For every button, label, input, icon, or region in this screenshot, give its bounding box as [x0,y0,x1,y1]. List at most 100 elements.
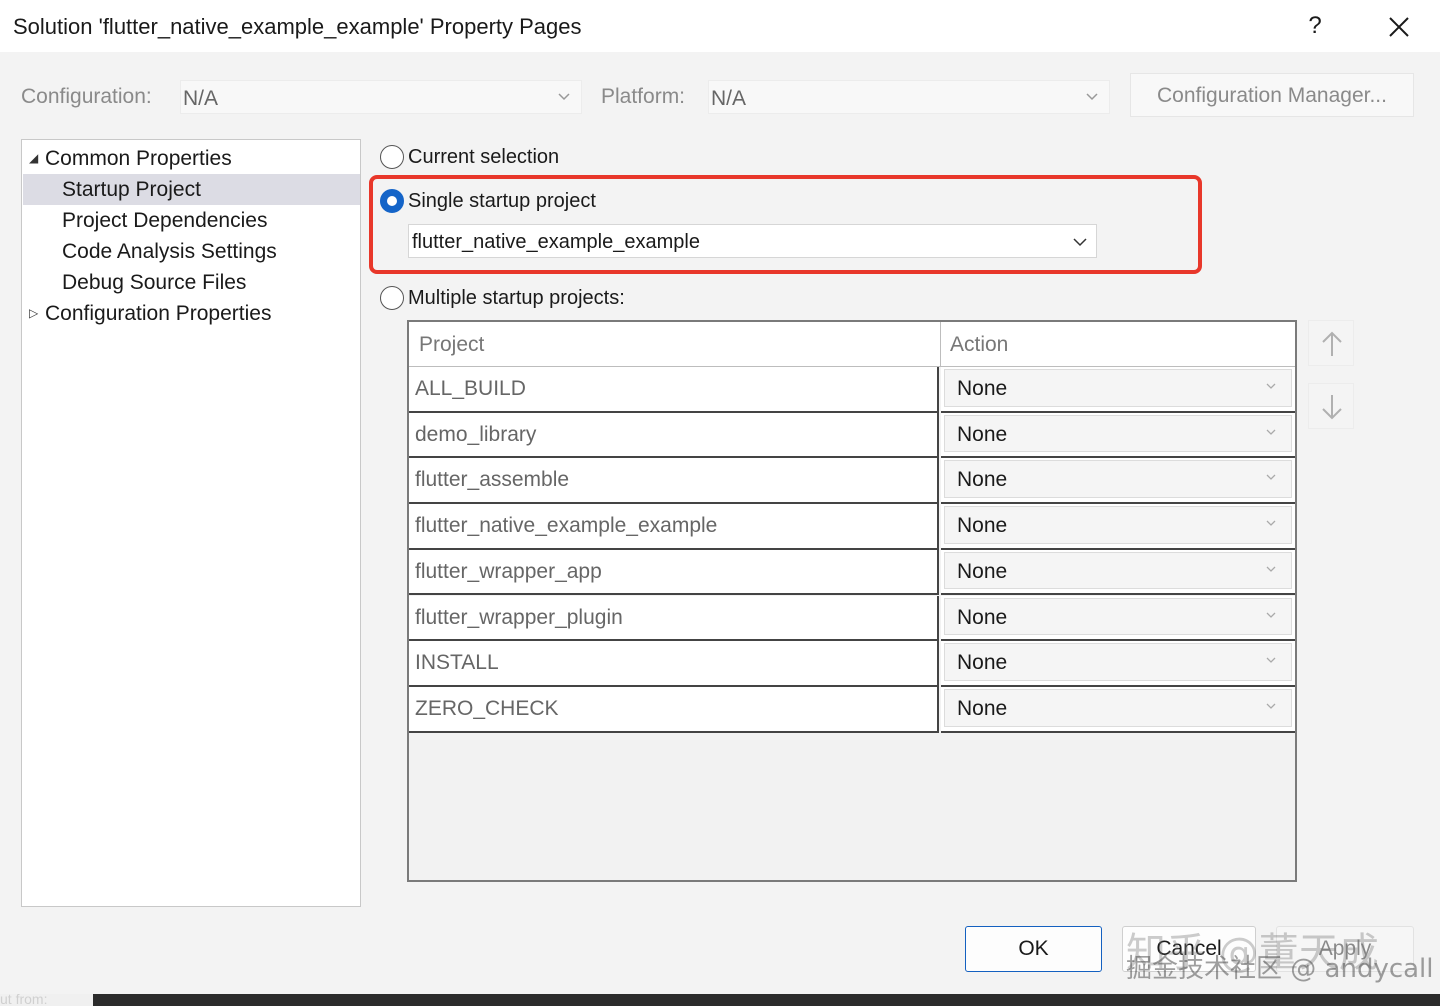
action-value: None [957,605,1008,629]
action-value: None [957,422,1008,446]
tree-item-common-properties[interactable]: ◢ Common Properties [23,143,360,174]
move-up-button[interactable] [1308,320,1354,366]
chevron-down-icon [1266,657,1276,664]
project-cell[interactable]: demo_library [409,412,939,459]
project-cell[interactable]: flutter_wrapper_plugin [409,595,939,642]
title-bar: Solution 'flutter_native_example_example… [0,0,1440,52]
single-startup-project-select[interactable]: flutter_native_example_example [408,224,1097,258]
expand-arrow-icon[interactable]: ▷ [29,298,38,329]
single-startup-value: flutter_native_example_example [412,231,700,253]
chevron-down-icon [1266,566,1276,572]
project-name: INSTALL [415,651,499,675]
background-window-strip: ut from: [0,991,1440,1006]
column-header-project[interactable]: Project [419,322,484,367]
action-cell: None [941,641,1295,687]
table-row: ALL_BUILD None [409,367,1295,413]
chevron-down-icon [1266,520,1276,527]
property-tree: ◢ Common Properties Startup Project Proj… [21,139,361,907]
action-select[interactable]: None [944,460,1292,499]
help-button[interactable]: ? [1294,6,1336,46]
chevron-down-icon [1266,703,1276,709]
move-down-button[interactable] [1308,383,1354,429]
multiple-startup-label: Multiple startup projects: [408,287,625,309]
action-select[interactable]: None [944,551,1292,590]
ok-button[interactable]: OK [965,926,1102,972]
column-divider [940,322,941,367]
collapse-arrow-icon[interactable]: ◢ [29,143,38,174]
chevron-down-icon [1266,383,1276,389]
chevron-down-icon [1266,474,1276,481]
platform-select[interactable]: N/A [708,80,1110,114]
action-select[interactable]: None [944,414,1292,453]
action-value: None [957,468,1008,492]
action-cell: None [941,504,1295,550]
watermark-juejin: 掘金技术社区 @ andycall [1126,954,1434,984]
action-select[interactable]: None [944,643,1292,681]
table-row: demo_library None [409,412,1295,459]
column-header-action[interactable]: Action [950,322,1008,367]
single-startup-label: Single startup project [408,190,596,212]
window-title: Solution 'flutter_native_example_example… [13,14,582,39]
tree-item-debug-source-files[interactable]: Debug Source Files [23,267,360,298]
action-select[interactable]: None [944,369,1292,407]
action-cell: None [941,595,1295,642]
table-row: ZERO_CHECK None [409,686,1295,733]
current-selection-radio[interactable] [380,145,404,169]
action-cell: None [941,412,1295,459]
tree-item-project-dependencies[interactable]: Project Dependencies [23,205,360,236]
project-cell[interactable]: ALL_BUILD [409,367,939,413]
close-icon [1389,17,1409,37]
current-selection-label: Current selection [408,146,560,168]
close-button[interactable] [1376,6,1420,46]
configuration-manager-button[interactable]: Configuration Manager... [1130,73,1414,117]
arrow-up-icon [1322,331,1342,356]
table-row: flutter_native_example_example None [409,504,1295,550]
tree-item-startup-project[interactable]: Startup Project [23,174,360,205]
tree-item-configuration-properties[interactable]: ▷ Configuration Properties [23,298,360,329]
chevron-down-icon [1086,93,1098,101]
tree-item-code-analysis-settings[interactable]: Code Analysis Settings [23,236,360,267]
chevron-down-icon [1266,429,1276,435]
project-cell[interactable]: flutter_wrapper_app [409,549,939,596]
action-cell: None [941,549,1295,596]
tree-item-label: Common Properties [45,147,232,170]
project-name: flutter_native_example_example [415,514,718,538]
action-select[interactable]: None [944,597,1292,636]
table-row: flutter_wrapper_plugin None [409,595,1295,642]
action-value: None [957,696,1008,720]
action-cell: None [941,458,1295,505]
project-cell[interactable]: flutter_assemble [409,458,939,505]
configuration-value: N/A [183,87,219,110]
startup-projects-grid: Project Action ALL_BUILD None demo_libra… [407,320,1297,882]
configuration-label: Configuration: [21,85,152,108]
action-value: None [957,559,1008,583]
project-name: flutter_assemble [415,468,570,492]
background-text: ut from: [0,991,48,1006]
project-cell[interactable]: ZERO_CHECK [409,686,939,733]
chevron-down-icon [1266,612,1276,618]
project-cell[interactable]: flutter_native_example_example [409,504,939,550]
platform-value: N/A [711,87,747,110]
action-value: None [957,377,1008,400]
table-row: INSTALL None [409,641,1295,687]
action-value: None [957,651,1008,675]
action-value: None [957,514,1008,538]
table-row: flutter_assemble None [409,458,1295,505]
action-select[interactable]: None [944,688,1292,727]
tree-item-label: Startup Project [62,178,201,201]
platform-label: Platform: [601,85,686,108]
chevron-down-icon [558,93,570,101]
project-name: ZERO_CHECK [415,696,559,720]
multiple-startup-radio[interactable] [380,286,404,310]
project-cell[interactable]: INSTALL [409,641,939,687]
project-name: flutter_wrapper_app [415,559,602,583]
action-select[interactable]: None [944,506,1292,544]
project-name: flutter_wrapper_plugin [415,605,623,629]
tree-item-label: Debug Source Files [62,271,247,294]
tree-item-label: Configuration Properties [45,302,272,325]
project-name: ALL_BUILD [415,377,526,400]
property-pages-dialog: Solution 'flutter_native_example_example… [0,0,1440,1006]
single-startup-radio[interactable] [380,189,404,213]
configuration-select[interactable]: N/A [180,80,582,114]
tree-item-label: Project Dependencies [62,209,268,232]
